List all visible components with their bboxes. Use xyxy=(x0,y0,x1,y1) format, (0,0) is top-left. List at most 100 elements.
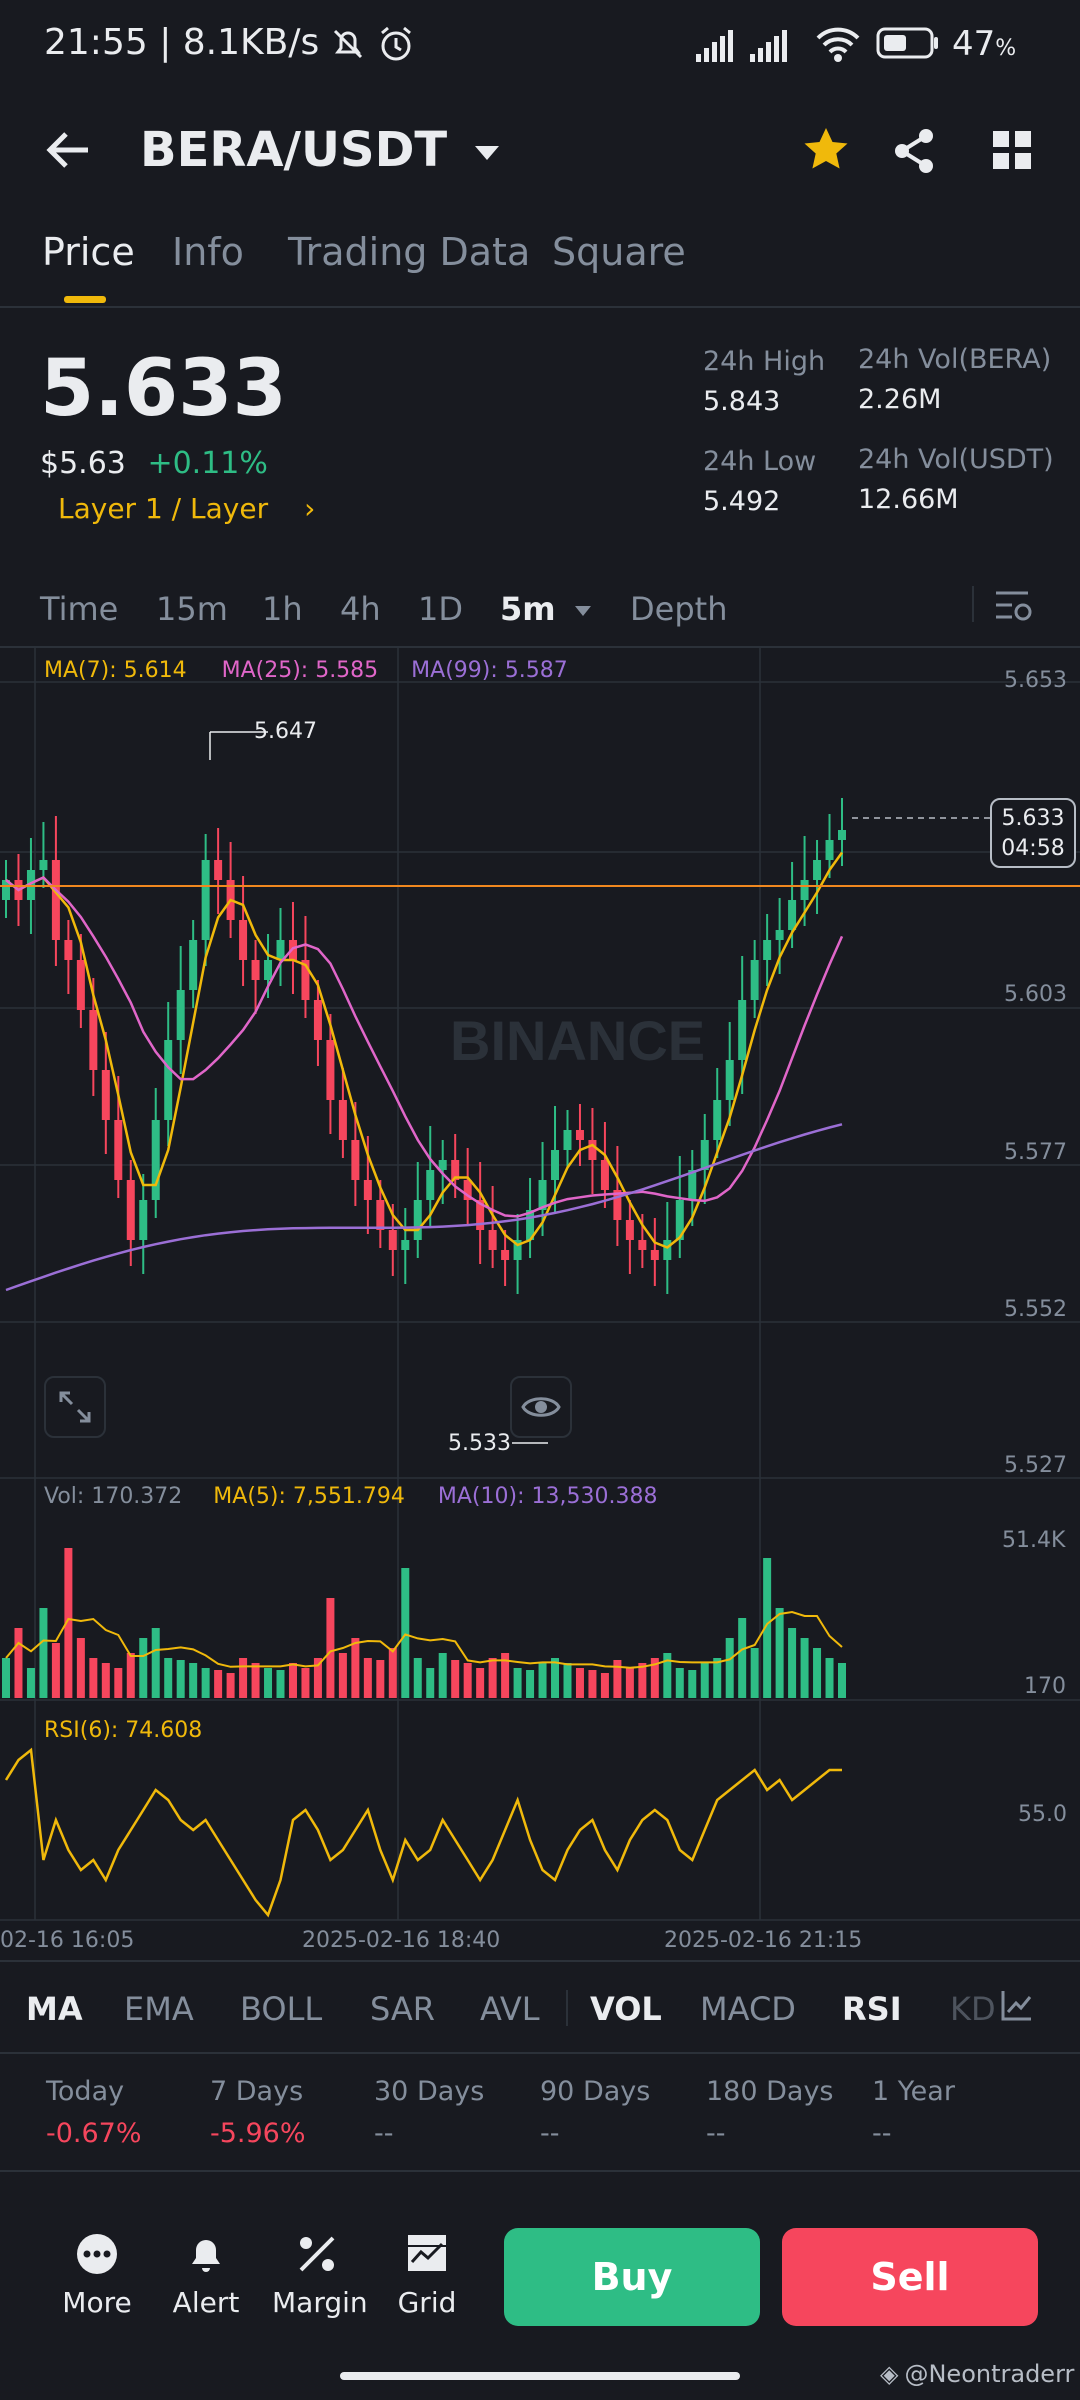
x-label: 2025-02-16 18:40 xyxy=(302,1928,501,1953)
more-button[interactable]: More xyxy=(62,2232,132,2319)
perf-value: -0.67% xyxy=(46,2118,142,2149)
vol-legend: Vol: 170.372 MA(5): 7,551.794 MA(10): 13… xyxy=(44,1484,657,1509)
candle-body xyxy=(264,960,273,980)
candle-body xyxy=(201,860,210,940)
divider xyxy=(0,2052,1080,2054)
candle-body xyxy=(351,1140,360,1180)
chart-settings-icon[interactable] xyxy=(994,588,1034,628)
buy-button[interactable]: Buy xyxy=(504,2228,760,2326)
y-tick: 5.603 xyxy=(1004,982,1067,1007)
candle-body xyxy=(326,1040,335,1100)
grid-trading-icon xyxy=(408,2235,446,2271)
grid-button[interactable]: Grid xyxy=(392,2232,462,2319)
candle-body xyxy=(588,1140,597,1160)
vol-tick: 170 xyxy=(1024,1674,1066,1699)
grid-menu-icon[interactable] xyxy=(992,130,1032,174)
candle-body xyxy=(51,860,60,940)
candle-body xyxy=(39,860,48,870)
y-tick: 5.527 xyxy=(1004,1453,1067,1478)
category-link[interactable]: Layer 1 / Layer › xyxy=(58,492,315,525)
candle-body xyxy=(788,900,797,930)
margin-button[interactable]: Margin xyxy=(272,2232,368,2319)
ma25-label: MA(25): 5.585 xyxy=(221,658,379,683)
perf-value: -5.96% xyxy=(210,2118,306,2149)
candle-body xyxy=(413,1200,422,1240)
binance-logo-icon: ◈ xyxy=(880,2360,899,2388)
volume-bar xyxy=(463,1663,472,1698)
volume-bar xyxy=(176,1660,185,1698)
volume-bar xyxy=(363,1658,372,1698)
ma7-label: MA(7): 5.614 xyxy=(44,658,187,683)
home-indicator xyxy=(340,2372,740,2380)
volume-bar xyxy=(2,1658,10,1698)
volume-bar xyxy=(276,1670,285,1698)
tab-active-indicator xyxy=(64,296,106,303)
y-tick: 5.552 xyxy=(1004,1297,1067,1322)
volume-bar xyxy=(288,1663,297,1698)
perf-label: 90 Days xyxy=(540,2076,651,2107)
interval-1h[interactable]: 1h xyxy=(262,590,303,628)
sell-button[interactable]: Sell xyxy=(782,2228,1038,2326)
volume-bar xyxy=(838,1663,846,1698)
volume-bar xyxy=(139,1638,148,1698)
vol-base-value: 2.26M xyxy=(858,384,942,415)
volume-bar xyxy=(426,1668,435,1698)
volume-bar xyxy=(14,1628,23,1698)
volume-bar xyxy=(625,1668,634,1698)
caret-down-icon xyxy=(474,146,499,160)
perf-value: -- xyxy=(872,2118,892,2149)
indicator-ema[interactable]: EMA xyxy=(124,1990,194,2028)
interval-5m[interactable]: 5m xyxy=(500,590,593,628)
tab-square[interactable]: Square xyxy=(552,230,686,274)
tab-price[interactable]: Price xyxy=(42,230,135,274)
volume-bar xyxy=(825,1658,834,1698)
share-icon[interactable] xyxy=(892,128,936,178)
interval-1d[interactable]: 1D xyxy=(418,590,463,628)
volume-bar xyxy=(675,1668,684,1698)
volume-bar xyxy=(76,1638,85,1698)
chart-watermark: BINANCE xyxy=(450,1009,705,1072)
price-chart[interactable]: BINANCE xyxy=(0,648,1080,1960)
candle-body xyxy=(775,930,784,940)
volume-bar xyxy=(526,1670,535,1698)
expand-chart-button[interactable] xyxy=(44,1376,106,1438)
interval-4h[interactable]: 4h xyxy=(340,590,381,628)
candle-body xyxy=(825,840,834,860)
price-tag-value: 5.633 xyxy=(1001,806,1065,831)
indicator-macd[interactable]: MACD xyxy=(700,1990,796,2028)
pair-selector[interactable]: BERA/USDT xyxy=(140,122,502,178)
volume-bar xyxy=(551,1658,560,1698)
interval-time[interactable]: Time xyxy=(40,590,118,628)
interval-15m[interactable]: 15m xyxy=(156,590,228,628)
indicator-kd[interactable]: KD xyxy=(950,1990,996,2028)
tab-info[interactable]: Info xyxy=(172,230,244,274)
candle-body xyxy=(401,1240,410,1250)
alert-button[interactable]: Alert xyxy=(170,2232,242,2319)
indicator-boll[interactable]: BOLL xyxy=(240,1990,322,2028)
indicator-avl[interactable]: AVL xyxy=(480,1990,540,2028)
alarm-icon xyxy=(376,24,416,68)
volume-bar xyxy=(301,1668,310,1698)
y-tick: 5.577 xyxy=(1004,1140,1067,1165)
candle-body xyxy=(763,940,772,960)
back-button[interactable] xyxy=(44,128,92,176)
last-price: 5.633 xyxy=(40,344,287,434)
indicator-sar[interactable]: SAR xyxy=(370,1990,435,2028)
divider xyxy=(0,306,1080,308)
candle-body xyxy=(625,1220,634,1240)
mute-icon xyxy=(330,26,366,66)
indicator-ma[interactable]: MA xyxy=(26,1990,83,2028)
volume-bar xyxy=(600,1673,609,1698)
perf-value: -- xyxy=(540,2118,560,2149)
indicator-vol[interactable]: VOL xyxy=(590,1990,662,2028)
visibility-toggle-button[interactable] xyxy=(510,1376,572,1438)
indicator-settings-icon[interactable] xyxy=(996,1988,1034,2026)
favorite-star-icon[interactable] xyxy=(802,126,850,176)
volume-bars xyxy=(2,1548,846,1698)
vol-quote-value: 12.66M xyxy=(858,484,959,515)
volume-bar xyxy=(89,1658,98,1698)
tab-trading-data[interactable]: Trading Data xyxy=(288,230,530,274)
indicator-rsi[interactable]: RSI xyxy=(842,1990,902,2028)
interval-depth[interactable]: Depth xyxy=(630,590,727,628)
candle-body xyxy=(313,1000,322,1040)
